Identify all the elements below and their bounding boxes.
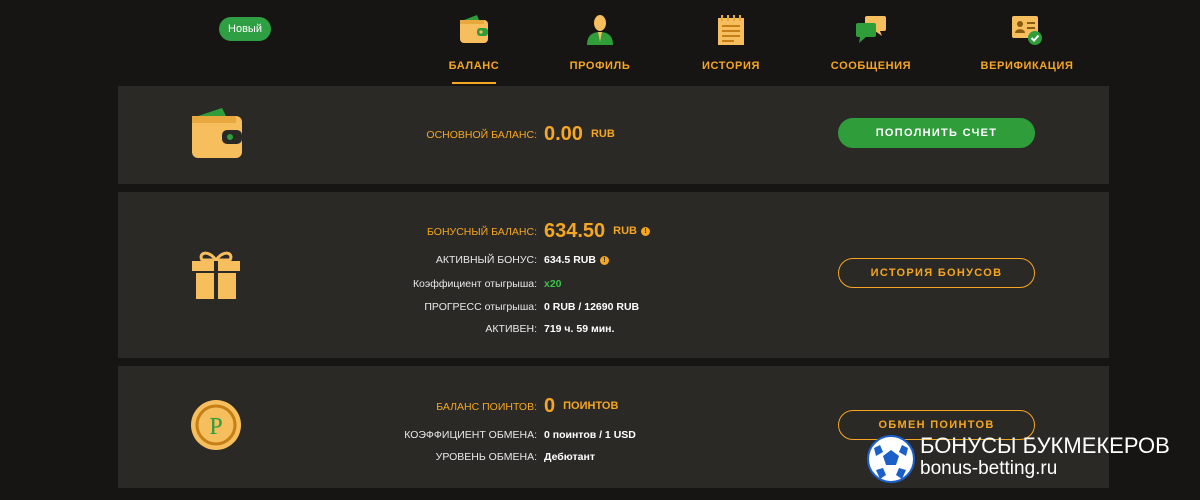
- tab-profile[interactable]: ПРОФИЛЬ: [525, 12, 675, 87]
- main-balance-amount: 0.00: [544, 123, 583, 146]
- watermark-url: bonus-betting.ru: [920, 458, 1058, 479]
- active-tab-indicator: [452, 82, 496, 84]
- bonus-balance-label: БОНУСНЫЙ БАЛАНС:: [427, 226, 537, 238]
- wager-value: x20: [544, 278, 562, 290]
- progress-label: ПРОГРЕСС отыгрыша:: [424, 301, 537, 313]
- tab-label-messages: СООБЩЕНИЯ: [830, 60, 912, 72]
- active-time-row: АКТИВЕН: 719 ч. 59 мин.: [118, 318, 1109, 340]
- deposit-button[interactable]: ПОПОЛНИТЬ СЧЕТ: [838, 118, 1035, 148]
- exchange-rate-value: 0 поинтов / 1 USD: [544, 429, 636, 441]
- main-balance-currency: RUB: [590, 128, 615, 141]
- active-bonus-label: АКТИВНЫЙ БОНУС:: [435, 254, 537, 266]
- wallet-icon: [460, 15, 488, 43]
- points-balance-amount: 0: [544, 395, 556, 418]
- exchange-rate-label: КОЭФФИЦИЕНТ ОБМЕНА:: [404, 429, 537, 441]
- watermark: БОНУСЫ БУКМЕКЕРОВ bonus-betting.ru: [866, 430, 1196, 485]
- bonus-history-button[interactable]: ИСТОРИЯ БОНУСОВ: [838, 258, 1035, 288]
- active-time-label: АКТИВЕН:: [485, 323, 537, 335]
- active-time-value: 719 ч. 59 мин.: [544, 323, 615, 335]
- wager-label: Коэффициент отыгрыша:: [412, 278, 537, 290]
- bonus-balance-currency: RUB: [613, 225, 638, 238]
- active-bonus-value: 634.5 RUB: [544, 254, 596, 266]
- exchange-level-label: УРОВЕНЬ ОБМЕНА:: [435, 451, 537, 463]
- user-icon: [587, 15, 613, 45]
- tab-history[interactable]: ИСТОРИЯ: [656, 12, 806, 87]
- tab-label-history: ИСТОРИЯ: [702, 60, 760, 72]
- bonus-balance-row: БОНУСНЫЙ БАЛАНС: 634.50 RUB!: [118, 220, 1109, 243]
- tab-verification[interactable]: ВЕРИФИКАЦИЯ: [952, 12, 1102, 87]
- progress-value: 0 RUB / 12690 RUB: [544, 301, 640, 313]
- main-balance-label: ОСНОВНОЙ БАЛАНС:: [426, 129, 537, 141]
- bonus-balance-panel: БОНУСНЫЙ БАЛАНС: 634.50 RUB! АКТИВНЫЙ БОН…: [118, 192, 1109, 358]
- new-badge: Новый: [219, 17, 271, 41]
- info-icon[interactable]: !: [641, 226, 651, 236]
- tab-label-verification: ВЕРИФИКАЦИЯ: [980, 60, 1074, 72]
- tab-messages[interactable]: СООБЩЕНИЯ: [796, 12, 946, 87]
- soccer-ball-icon: [867, 435, 915, 483]
- id-card-check-icon: [1012, 16, 1042, 45]
- info-icon[interactable]: !: [599, 255, 609, 265]
- progress-row: ПРОГРЕСС отыгрыша: 0 RUB / 12690 RUB: [118, 296, 1109, 318]
- points-unit: ПОИНТОВ: [563, 400, 619, 413]
- exchange-level-value: Дебютант: [544, 451, 595, 463]
- watermark-title: БОНУСЫ БУКМЕКЕРОВ: [920, 433, 1170, 458]
- main-balance-panel: ОСНОВНОЙ БАЛАНС: 0.00 RUB ПОПОЛНИТЬ СЧЕТ: [118, 86, 1109, 184]
- tab-label-profile: ПРОФИЛЬ: [569, 60, 631, 72]
- chat-icon: [856, 16, 886, 43]
- bonus-balance-amount: 634.50: [544, 220, 606, 243]
- document-icon: [718, 15, 744, 45]
- points-balance-label: БАЛАНС ПОИНТОВ:: [436, 401, 537, 413]
